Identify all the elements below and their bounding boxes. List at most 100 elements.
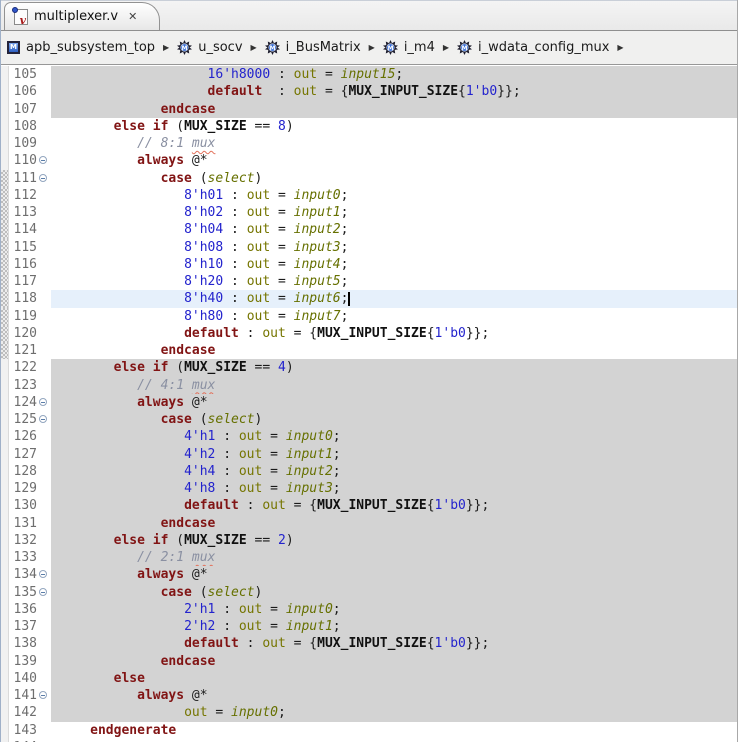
code-text[interactable]: always @* [51,393,737,411]
breadcrumb-label: i_BusMatrix [285,40,361,55]
code-text[interactable]: 8'h01 : out = input0; [51,187,737,204]
code-line-130: 130 default : out = {MUX_INPUT_SIZE{1'b0… [1,497,737,515]
code-line-112: 112 8'h01 : out = input0; [1,186,737,204]
breadcrumb-arrow-icon[interactable]: ▶ [617,43,623,52]
code-text[interactable]: 8'h04 : out = input2; [51,221,737,238]
fold-collapse-icon[interactable] [39,587,47,596]
svg-text:M: M [269,46,275,52]
code-text[interactable]: endcase [51,652,737,670]
code-text[interactable]: always @* [51,566,737,584]
code-text[interactable]: else if (MUX_SIZE == 8) [51,118,737,135]
line-number: 110 [9,152,38,170]
fold-column [38,549,51,567]
code-line-143: 143 endgenerate [1,721,737,739]
annotation-ruler [1,83,9,101]
svg-text:M: M [462,46,468,52]
code-text[interactable]: 2'h2 : out = input1; [51,618,737,636]
text-cursor [348,292,351,307]
code-text[interactable]: 8'h08 : out = input3; [51,239,737,256]
fold-collapse-icon[interactable] [39,691,47,699]
breadcrumb-label: u_socv [198,40,243,55]
code-text[interactable]: out = input0; [51,704,737,722]
breadcrumb-label: apb_subsystem_top [26,40,156,55]
code-text[interactable]: case (select) [51,411,737,429]
range-indicator [1,255,9,273]
annotation-ruler [1,652,9,670]
breadcrumb-item-apb_subsystem_top[interactable]: apb_subsystem_top [7,40,155,55]
editor-window: v multiplexer.v ✕ apb_subsystem_top ▶ Mu_s… [0,0,738,742]
code-text[interactable]: default : out = {MUX_INPUT_SIZE{1'b0}}; [51,83,737,101]
code-line-126: 126 4'h1 : out = input0; [1,428,737,446]
code-line-113: 113 8'h02 : out = input1; [1,204,737,222]
code-line-108: 108 else if (MUX_SIZE == 8) [1,117,737,135]
code-text[interactable]: 4'h8 : out = input3; [51,480,737,498]
annotation-ruler [1,135,9,153]
breadcrumb-item-i_wdata_config_mux[interactable]: Mi_wdata_config_mux [457,40,609,55]
fold-column [38,600,51,618]
fold-column [38,221,51,239]
code-text[interactable]: endcase [51,100,737,118]
fold-collapse-icon[interactable] [39,415,47,423]
code-text[interactable]: else if (MUX_SIZE == 2) [51,531,737,549]
code-text[interactable]: 16'h8000 : out = input15; [51,66,737,84]
code-text[interactable]: // 8:1 mux [51,135,737,152]
breadcrumb-arrow-icon[interactable]: ▶ [251,43,257,52]
fold-column [38,411,51,429]
instance-icon: M [457,40,473,55]
fold-collapse-icon[interactable] [39,397,47,406]
code-text[interactable]: default : out = {MUX_INPUT_SIZE{1'b0}}; [51,325,737,342]
annotation-ruler [1,152,9,170]
breadcrumb-arrow-icon[interactable]: ▶ [163,43,169,52]
code-line-138: 138 default : out = {MUX_INPUT_SIZE{1'b0… [1,635,737,653]
code-text[interactable]: endcase [51,342,737,359]
code-line-133: 133 // 2:1 mux [1,549,737,567]
breadcrumb-item-i_BusMatrix[interactable]: Mi_BusMatrix [264,40,361,55]
fold-collapse-icon[interactable] [39,156,47,165]
code-text[interactable]: 8'h40 : out = input6; [51,290,737,308]
line-number: 122 [9,359,38,377]
range-indicator [1,221,9,239]
line-number: 116 [9,255,38,273]
code-text[interactable]: default : out = {MUX_INPUT_SIZE{1'b0}}; [51,635,737,653]
breadcrumb-label: i_m4 [403,40,435,55]
annotation-ruler [1,721,9,739]
annotation-ruler [1,359,9,377]
fold-column [38,428,51,446]
line-number: 120 [9,324,38,342]
code-text[interactable]: 8'h10 : out = input4; [51,256,737,273]
code-text[interactable]: case (select) [51,583,737,601]
line-number: 138 [9,635,38,653]
breadcrumb-arrow-icon[interactable]: ▶ [369,43,375,52]
fold-collapse-icon[interactable] [39,570,47,579]
code-text[interactable]: default : out = {MUX_INPUT_SIZE{1'b0}}; [51,497,737,515]
code-text[interactable]: 4'h4 : out = input2; [51,462,737,480]
range-indicator [1,204,9,222]
code-text[interactable]: endgenerate [51,722,737,739]
editor-lines: 105 16'h8000 : out = input15; 106 default… [1,66,737,742]
code-text[interactable]: 8'h20 : out = input5; [51,273,737,290]
tab-multiplexer-v[interactable]: v multiplexer.v ✕ [4,2,161,30]
code-text[interactable]: endcase [51,514,737,532]
code-line-117: 117 8'h20 : out = input5; [1,273,737,291]
code-text[interactable]: 4'h1 : out = input0; [51,428,737,446]
breadcrumb-arrow-icon[interactable]: ▶ [443,43,449,52]
fold-column [38,704,51,722]
close-icon[interactable]: ✕ [128,11,137,22]
code-text[interactable]: else [51,669,737,687]
code-text[interactable]: // 4:1 mux [51,376,737,394]
line-number: 121 [9,342,38,360]
breadcrumb-item-u_socv[interactable]: Mu_socv [177,40,243,55]
line-number: 129 [9,480,38,498]
breadcrumb-item-i_m4[interactable]: Mi_m4 [382,40,435,55]
code-text[interactable]: 8'h80 : out = input7; [51,308,737,325]
fold-collapse-icon[interactable] [39,173,47,182]
code-text[interactable]: else if (MUX_SIZE == 4) [51,359,737,377]
code-text[interactable]: 4'h2 : out = input1; [51,445,737,463]
fold-column [38,169,51,187]
code-text[interactable]: always @* [51,152,737,169]
code-text[interactable]: 2'h1 : out = input0; [51,600,737,618]
code-text[interactable]: case (select) [51,170,737,187]
code-text[interactable]: 8'h02 : out = input1; [51,204,737,221]
code-text[interactable]: always @* [51,687,737,705]
code-text[interactable]: // 2:1 mux [51,549,737,567]
